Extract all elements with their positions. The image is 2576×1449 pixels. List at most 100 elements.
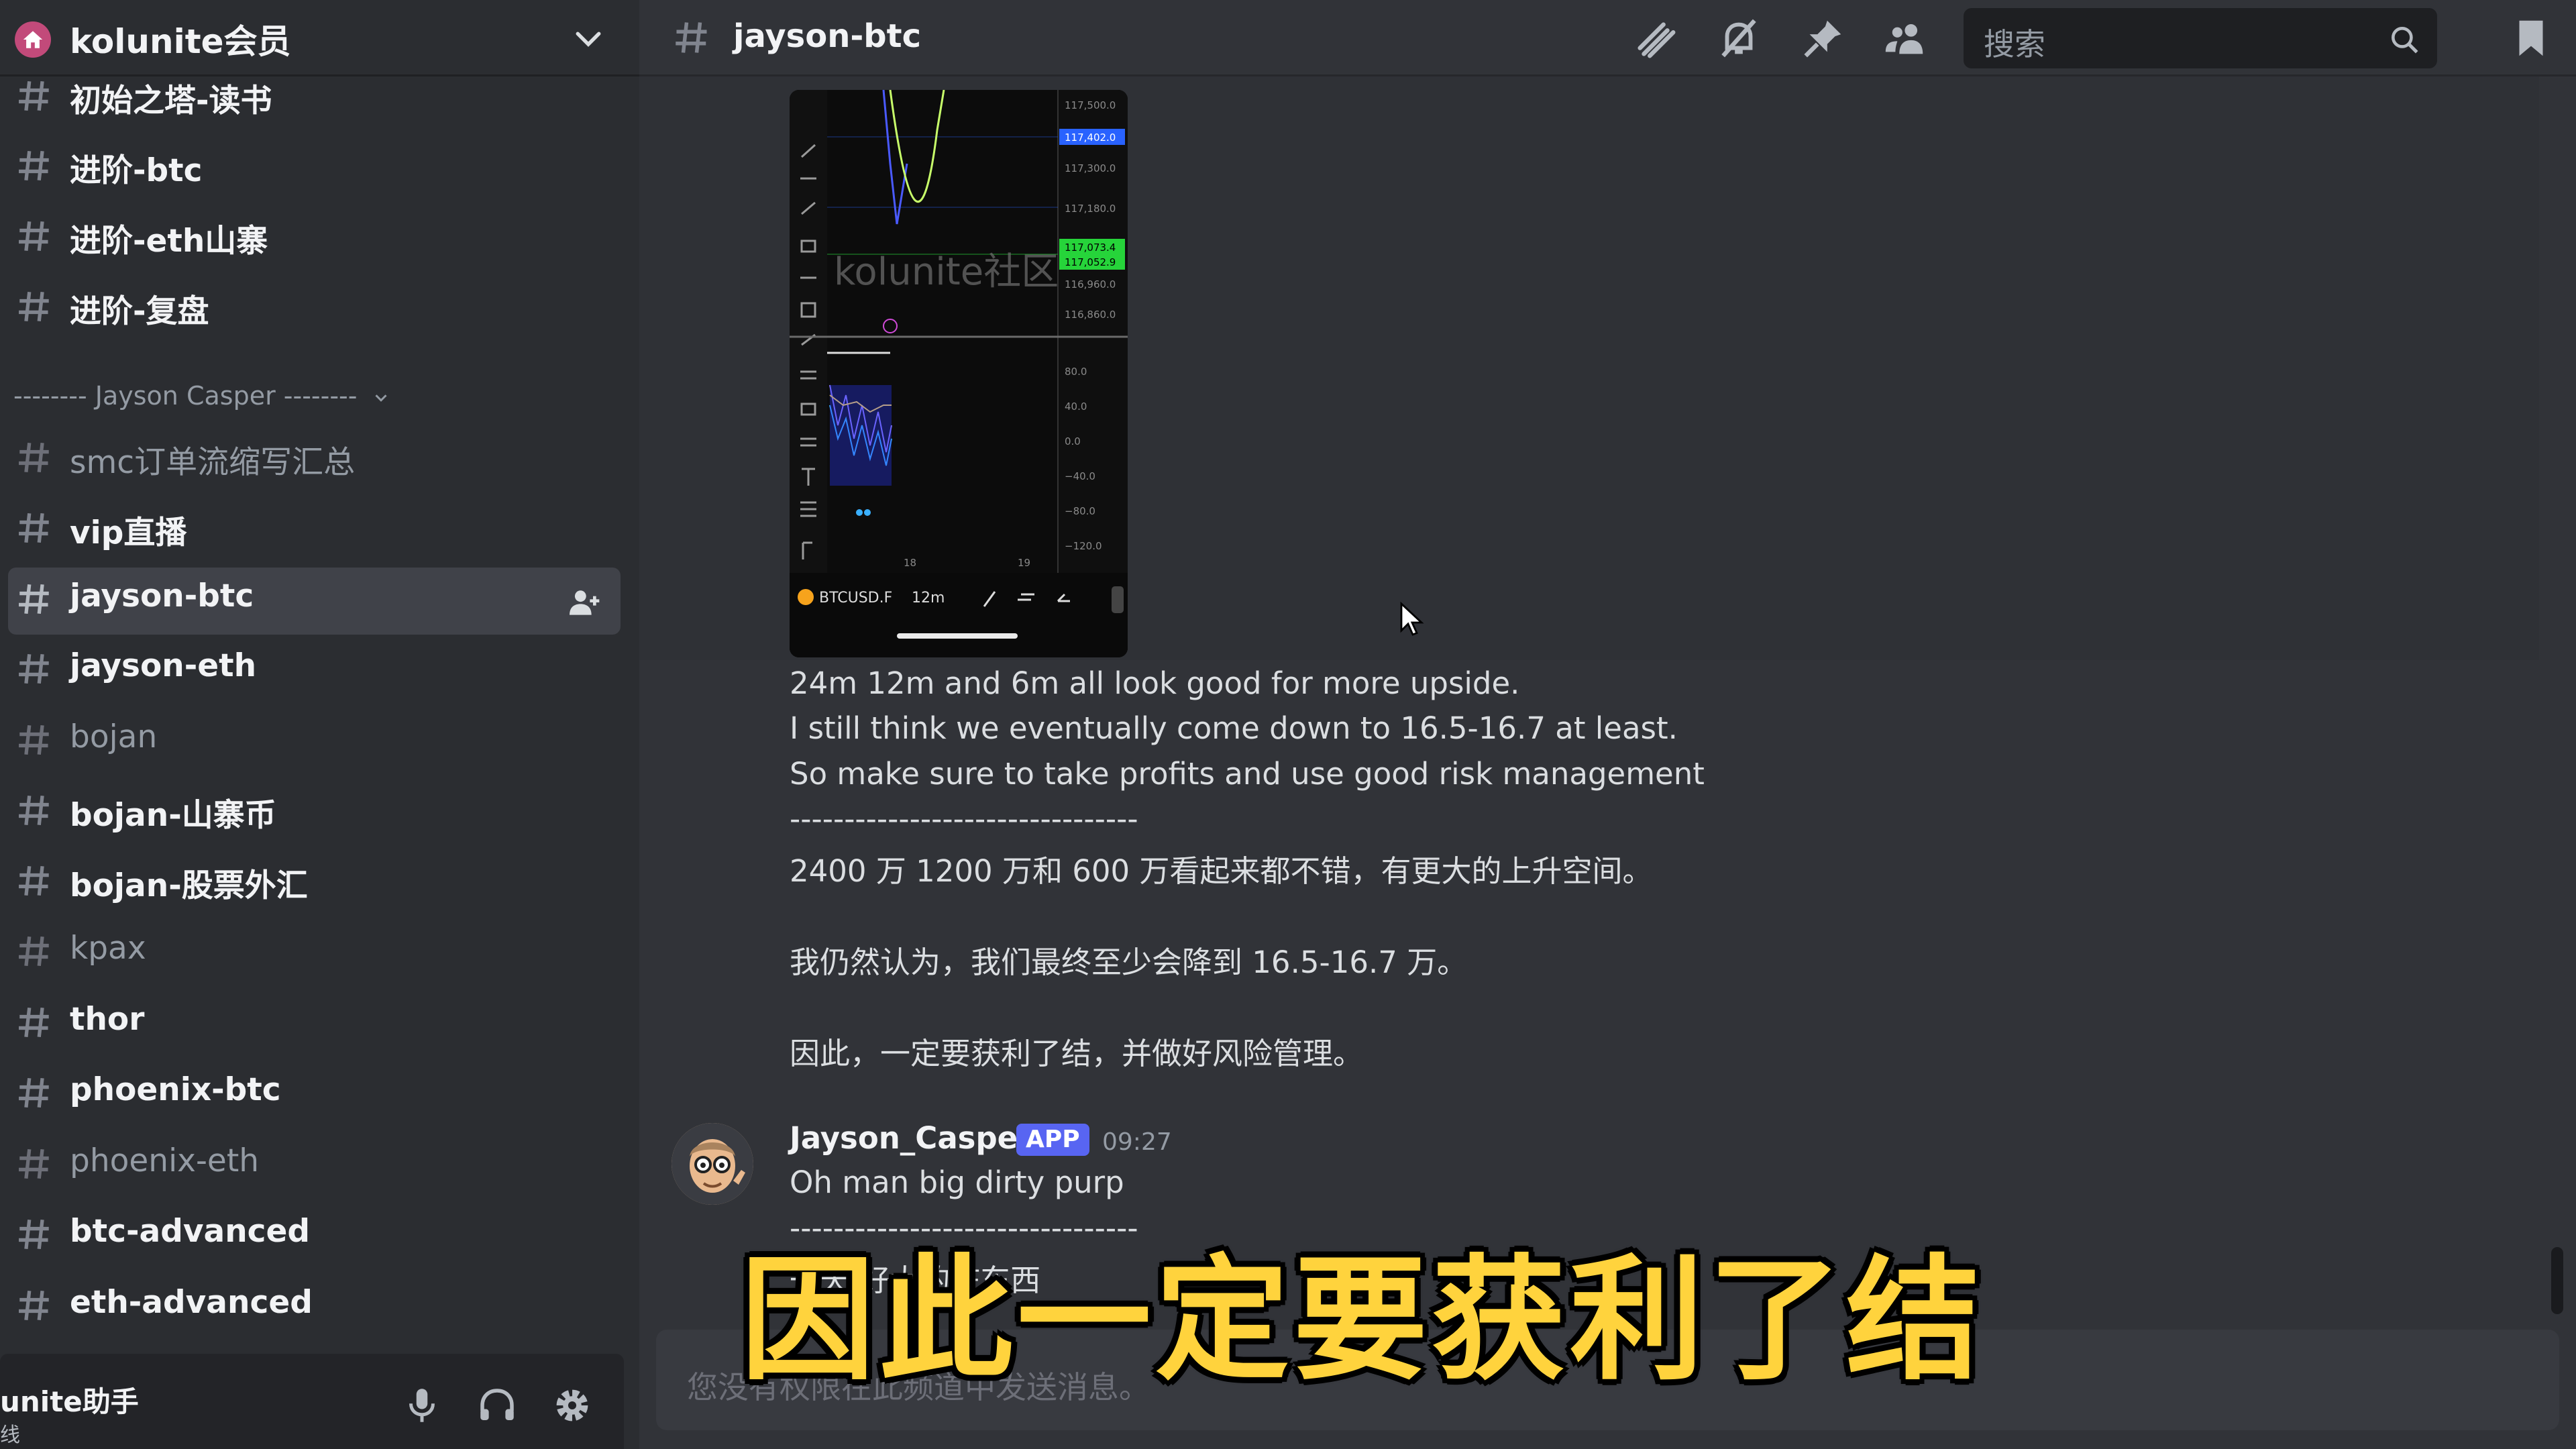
user-name[interactable]: unite助手: [0, 1379, 139, 1420]
hash-icon: [19, 653, 49, 684]
price-axis-label: 117,073.4: [1065, 241, 1116, 254]
hash-icon: [19, 1148, 49, 1179]
sidebar-item-channel[interactable]: bojan-山寨币: [0, 779, 621, 846]
price-axis-label: 117,300.0: [1065, 162, 1116, 174]
sidebar-item-channel[interactable]: kpax: [0, 920, 621, 987]
sidebar-item-channel-active[interactable]: jayson-btc: [8, 568, 621, 635]
indicator-axis-label: −40.0: [1065, 470, 1095, 482]
user-status: 线: [0, 1424, 20, 1447]
sidebar-item-channel[interactable]: eth-advanced: [0, 1274, 621, 1341]
server-name: kolunite会员: [70, 22, 291, 61]
price-axis-label: 117,402.0: [1065, 131, 1116, 144]
hash-icon: [19, 1219, 49, 1250]
message-list[interactable]: 117,500.0 117,402.0 117,300.0 117,180.0 …: [639, 76, 2576, 1342]
settings-gear-icon[interactable]: [550, 1383, 594, 1428]
hash-icon: [19, 936, 49, 967]
time-axis-label: 19: [1018, 557, 1030, 569]
channel-name: smc订单流缩写汇总: [70, 444, 356, 481]
hash-icon: [19, 442, 49, 473]
message-text-line: I still think we eventually come down to…: [790, 710, 1678, 746]
video-subtitle: 因此一定要获利了结: [741, 1242, 1985, 1399]
inbox-bookmark-icon[interactable]: [2508, 15, 2555, 62]
add-member-icon[interactable]: [565, 584, 602, 621]
channel-name: thor: [70, 1001, 145, 1038]
channel-name: bojan-股票外汇: [70, 867, 308, 904]
sidebar-item-channel[interactable]: vip直播: [0, 496, 621, 564]
chart-interval: 12m: [912, 590, 945, 606]
sidebar-item-channel[interactable]: phoenix-eth: [0, 1132, 621, 1199]
sidebar-item-channel[interactable]: smc订单流缩写汇总: [0, 426, 621, 493]
hash-icon: [19, 865, 49, 896]
channel-name: eth-advanced: [70, 1284, 313, 1321]
sidebar-item-channel[interactable]: thor: [0, 991, 621, 1058]
sidebar-item-channel[interactable]: bojan-股票外汇: [0, 849, 621, 916]
category-label: -------- Jayson Casper --------: [13, 381, 358, 411]
search-input[interactable]: 搜索: [1964, 8, 2437, 68]
hash-icon: [19, 80, 49, 111]
message-text-line: Oh man big dirty purp: [790, 1165, 1124, 1200]
indicator-axis-label: 80.0: [1065, 366, 1087, 378]
microphone-icon[interactable]: [400, 1383, 444, 1428]
message-divider-line: --------------------------------: [790, 801, 1138, 837]
channel-name: phoenix-btc: [70, 1071, 281, 1108]
hash-icon: [676, 22, 707, 53]
channel-name: 进阶-eth山寨: [70, 223, 268, 260]
server-header[interactable]: kolunite会员: [0, 0, 639, 76]
channel-name: bojan: [70, 718, 158, 755]
indicator-axis-label: −120.0: [1065, 540, 1102, 552]
hash-icon: [19, 513, 49, 543]
channel-name: 初始之塔-读书: [70, 83, 272, 119]
sidebar-item-channel[interactable]: 进阶-eth山寨: [0, 205, 621, 272]
channel-name: btc-advanced: [70, 1213, 311, 1250]
price-axis-label: 117,052.9: [1065, 256, 1116, 268]
channel-name: phoenix-eth: [70, 1142, 260, 1179]
channel-header: jayson-btc 搜索: [639, 0, 2576, 76]
server-house-icon: [15, 21, 51, 58]
message-text-line: 因此，一定要获利了结，并做好风险管理。: [790, 1036, 1364, 1071]
message-text-line: 2400 万 1200 万和 600 万看起来都不错，有更大的上升空间。: [790, 853, 1653, 889]
hash-icon: [19, 795, 49, 826]
message-timestamp: 09:27: [1102, 1128, 1172, 1156]
sidebar-item-channel[interactable]: btc-advanced: [0, 1203, 621, 1270]
app-badge: APP: [1016, 1124, 1089, 1156]
chevron-down-icon[interactable]: [570, 20, 606, 59]
channel-name: bojan-山寨币: [70, 797, 276, 834]
channel-name: jayson-btc: [70, 578, 254, 614]
notification-muted-icon[interactable]: [1715, 15, 1762, 62]
price-axis-label: 116,960.0: [1065, 278, 1116, 290]
mouse-cursor-icon: [1400, 601, 1424, 636]
pin-icon[interactable]: [1800, 15, 1847, 62]
message-author-name[interactable]: Jayson_Casper: [790, 1120, 1032, 1156]
hash-icon: [19, 291, 49, 322]
sidebar-item-channel[interactable]: 进阶-复盘: [0, 275, 621, 342]
indicator-axis-label: 40.0: [1065, 400, 1087, 413]
threads-icon[interactable]: [1632, 15, 1679, 62]
hash-icon: [19, 150, 49, 181]
channel-title: jayson-btc: [733, 17, 922, 55]
scrollbar-thumb[interactable]: [2551, 1247, 2563, 1314]
message-divider-line: --------------------------------: [790, 1210, 1138, 1246]
member-list-icon[interactable]: [1882, 15, 1929, 62]
hash-icon: [19, 724, 49, 755]
search-placeholder: 搜索: [1984, 26, 2045, 62]
sidebar-item-channel[interactable]: jayson-eth: [0, 637, 621, 704]
hash-icon: [19, 1007, 49, 1038]
time-axis-label: 18: [904, 557, 916, 569]
category-header-jayson-casper[interactable]: -------- Jayson Casper --------: [13, 381, 391, 411]
user-panel: unite助手 线: [0, 1354, 624, 1449]
price-axis-label: 117,180.0: [1065, 203, 1116, 215]
message-text-line: 我仍然认为，我们最终至少会降到 16.5-16.7 万。: [790, 945, 1468, 980]
hash-icon: [19, 221, 49, 252]
indicator-axis-label: 0.0: [1065, 435, 1081, 447]
headphones-icon[interactable]: [475, 1383, 519, 1428]
chart-symbol: BTCUSD.F: [819, 590, 892, 606]
avatar[interactable]: [672, 1123, 753, 1205]
sidebar-item-channel[interactable]: phoenix-btc: [0, 1061, 621, 1128]
sidebar-item-channel[interactable]: 进阶-btc: [0, 134, 621, 201]
price-axis-label: 116,860.0: [1065, 309, 1116, 321]
message-text-line: 24m 12m and 6m all look good for more up…: [790, 665, 1520, 701]
sidebar-item-channel[interactable]: bojan: [0, 708, 621, 775]
hash-icon: [19, 1290, 49, 1321]
channel-name: vip直播: [70, 515, 187, 551]
chart-screenshot-attachment[interactable]: 117,500.0 117,402.0 117,300.0 117,180.0 …: [790, 90, 1128, 657]
